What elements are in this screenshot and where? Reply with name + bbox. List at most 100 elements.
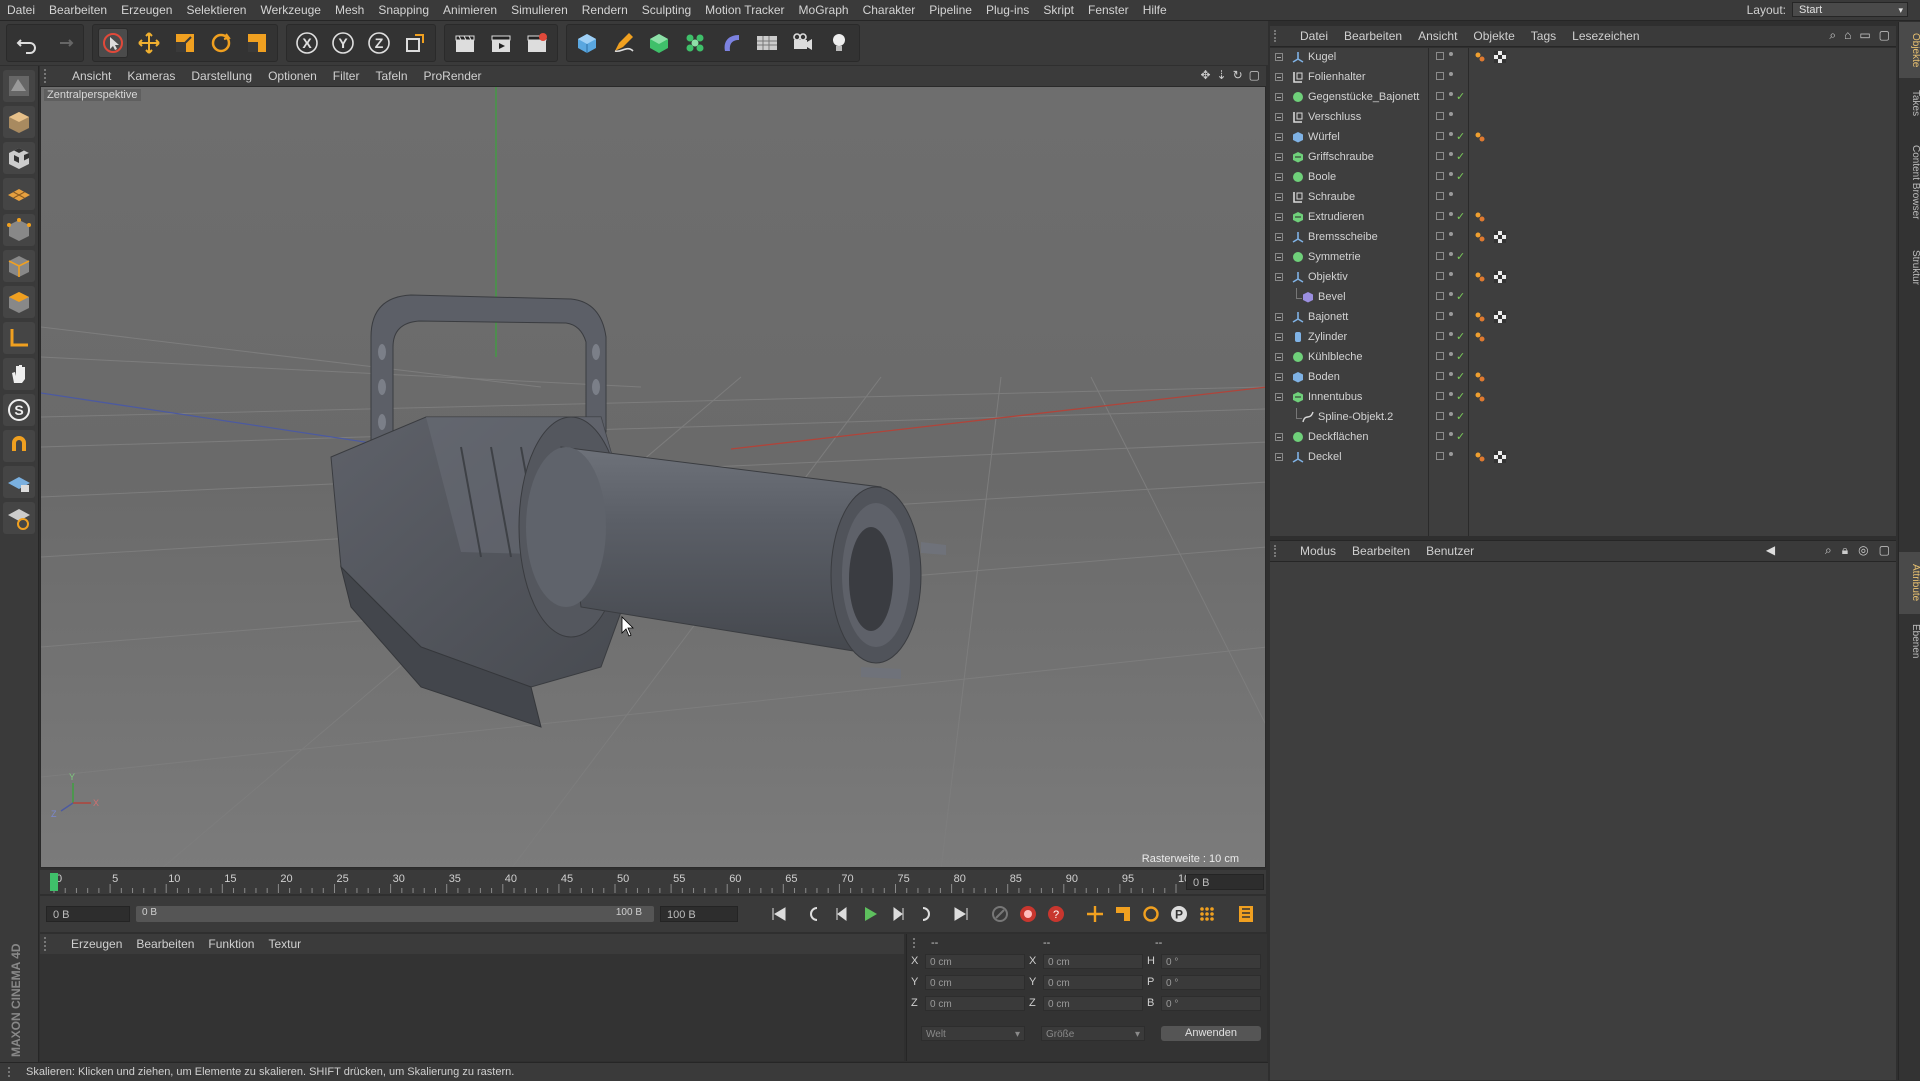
object-menu-tags[interactable]: Tags: [1523, 26, 1564, 46]
editor-visibility-icon[interactable]: [1436, 112, 1444, 120]
expand-toggle-icon[interactable]: [1275, 393, 1283, 401]
size-mode-select[interactable]: Größe ▾: [1041, 1026, 1145, 1041]
render-visibility-dot-icon[interactable]: [1449, 172, 1453, 176]
coord-c-field-0[interactable]: 0 °: [1161, 954, 1261, 969]
workplane-lock-button[interactable]: [3, 466, 35, 498]
object-name[interactable]: Bevel: [1318, 291, 1346, 303]
object-menu-lesezeichen[interactable]: Lesezeichen: [1564, 26, 1647, 46]
orbit-icon[interactable]: ↻: [1233, 68, 1243, 82]
render-view-button[interactable]: [450, 28, 480, 58]
dolly-icon[interactable]: ⇣: [1217, 68, 1227, 82]
expand-toggle-icon[interactable]: [1275, 73, 1283, 81]
enabled-check-icon[interactable]: ✓: [1456, 330, 1465, 343]
object-row-innentubus[interactable]: Innentubus ✓: [1270, 388, 1896, 408]
add-light-button[interactable]: [824, 28, 854, 58]
apply-button[interactable]: Anwenden: [1161, 1026, 1261, 1041]
axis-mode-button[interactable]: [3, 322, 35, 354]
enabled-check-icon[interactable]: ✓: [1456, 350, 1465, 363]
key-parameter-button[interactable]: P: [1168, 903, 1190, 925]
tweak-mode-button[interactable]: [3, 358, 35, 390]
menu-snapping[interactable]: Snapping: [371, 0, 436, 20]
autokey-button[interactable]: ?: [1045, 903, 1067, 925]
object-name[interactable]: Gegenstücke_Bajonett: [1308, 91, 1419, 103]
model-mode-button[interactable]: [3, 106, 35, 138]
object-name[interactable]: Spline-Objekt.2: [1318, 411, 1393, 423]
enabled-check-icon[interactable]: ✓: [1456, 90, 1465, 103]
polygon-mode-button[interactable]: [3, 286, 35, 318]
key-rotation-button[interactable]: [1140, 903, 1162, 925]
enabled-check-icon[interactable]: ✓: [1456, 130, 1465, 143]
editor-visibility-icon[interactable]: [1436, 412, 1444, 420]
edge-mode-button[interactable]: [3, 250, 35, 282]
texture-mode-button[interactable]: [3, 142, 35, 174]
menu-fenster[interactable]: Fenster: [1081, 0, 1136, 20]
menu-werkzeuge[interactable]: Werkzeuge: [253, 0, 327, 20]
menu-mesh[interactable]: Mesh: [328, 0, 371, 20]
undo-button[interactable]: [12, 28, 42, 58]
prev-key-button[interactable]: [803, 903, 825, 925]
object-row-zylinder[interactable]: Zylinder ✓: [1270, 328, 1896, 348]
render-visibility-dot-icon[interactable]: [1449, 212, 1453, 216]
texture-tag-icon[interactable]: [1494, 271, 1506, 283]
timeline-ruler[interactable]: 0510152025303540455055606570758085909510…: [40, 870, 1266, 894]
phong-tag-icon[interactable]: [1474, 51, 1486, 63]
object-name[interactable]: Objektiv: [1308, 271, 1348, 283]
workplane-mode-button[interactable]: [3, 178, 35, 210]
prev-frame-button[interactable]: [831, 903, 853, 925]
next-key-button[interactable]: [915, 903, 937, 925]
object-menu-ansicht[interactable]: Ansicht: [1410, 26, 1465, 46]
enabled-check-icon[interactable]: ✓: [1456, 290, 1465, 303]
object-name[interactable]: Extrudieren: [1308, 211, 1364, 223]
expand-toggle-icon[interactable]: [1275, 313, 1283, 321]
expand-toggle-icon[interactable]: [1275, 333, 1283, 341]
editor-visibility-icon[interactable]: [1436, 452, 1444, 460]
object-name[interactable]: Zylinder: [1308, 331, 1347, 343]
add-spline-button[interactable]: [608, 28, 638, 58]
editor-visibility-icon[interactable]: [1436, 372, 1444, 380]
expand-toggle-icon[interactable]: [1275, 233, 1283, 241]
rotate-tool-button[interactable]: [206, 28, 236, 58]
viewport-menu-kameras[interactable]: Kameras: [119, 66, 183, 86]
editor-visibility-icon[interactable]: [1436, 392, 1444, 400]
timeline-window-button[interactable]: [1235, 903, 1257, 925]
object-name[interactable]: Innentubus: [1308, 391, 1362, 403]
preview-range-slider[interactable]: 0 B 100 B: [136, 906, 654, 922]
render-visibility-dot-icon[interactable]: [1449, 392, 1453, 396]
playhead[interactable]: [50, 873, 58, 891]
menu-skript[interactable]: Skript: [1036, 0, 1081, 20]
z-axis-button[interactable]: Z: [364, 28, 394, 58]
render-visibility-dot-icon[interactable]: [1449, 112, 1453, 116]
object-name[interactable]: Griffschraube: [1308, 151, 1374, 163]
menu-simulieren[interactable]: Simulieren: [504, 0, 575, 20]
enabled-check-icon[interactable]: ✓: [1456, 390, 1465, 403]
object-row-bajonett[interactable]: Bajonett: [1270, 308, 1896, 328]
object-name[interactable]: Bremsscheibe: [1308, 231, 1378, 243]
menu-erzeugen[interactable]: Erzeugen: [114, 0, 179, 20]
editor-visibility-icon[interactable]: [1436, 92, 1444, 100]
phong-tag-icon[interactable]: [1474, 391, 1486, 403]
object-row-deckel[interactable]: Deckel: [1270, 448, 1896, 468]
object-row-objektiv[interactable]: Objektiv: [1270, 268, 1896, 288]
expand-toggle-icon[interactable]: [1275, 373, 1283, 381]
menu-rendern[interactable]: Rendern: [575, 0, 635, 20]
tab-content-browser[interactable]: Content Browser: [1899, 128, 1920, 236]
editor-visibility-icon[interactable]: [1436, 192, 1444, 200]
editor-visibility-icon[interactable]: [1436, 312, 1444, 320]
expand-toggle-icon[interactable]: [1275, 153, 1283, 161]
editor-visibility-icon[interactable]: [1436, 212, 1444, 220]
y-axis-button[interactable]: Y: [328, 28, 358, 58]
editor-visibility-icon[interactable]: [1436, 52, 1444, 60]
object-row-kugel[interactable]: Kugel: [1270, 48, 1896, 68]
make-editable-button[interactable]: [3, 70, 35, 102]
object-row-folienhalter[interactable]: Folienhalter: [1270, 68, 1896, 88]
object-name[interactable]: Bajonett: [1308, 311, 1348, 323]
coord-c-field-1[interactable]: 0 °: [1161, 975, 1261, 990]
render-settings-button[interactable]: [522, 28, 552, 58]
expand-toggle-icon[interactable]: [1275, 213, 1283, 221]
editor-visibility-icon[interactable]: [1436, 432, 1444, 440]
phong-tag-icon[interactable]: [1474, 331, 1486, 343]
menu-mograph[interactable]: MoGraph: [792, 0, 856, 20]
expand-toggle-icon[interactable]: [1275, 53, 1283, 61]
editor-visibility-icon[interactable]: [1436, 132, 1444, 140]
viewport-menu-darstellung[interactable]: Darstellung: [183, 66, 260, 86]
